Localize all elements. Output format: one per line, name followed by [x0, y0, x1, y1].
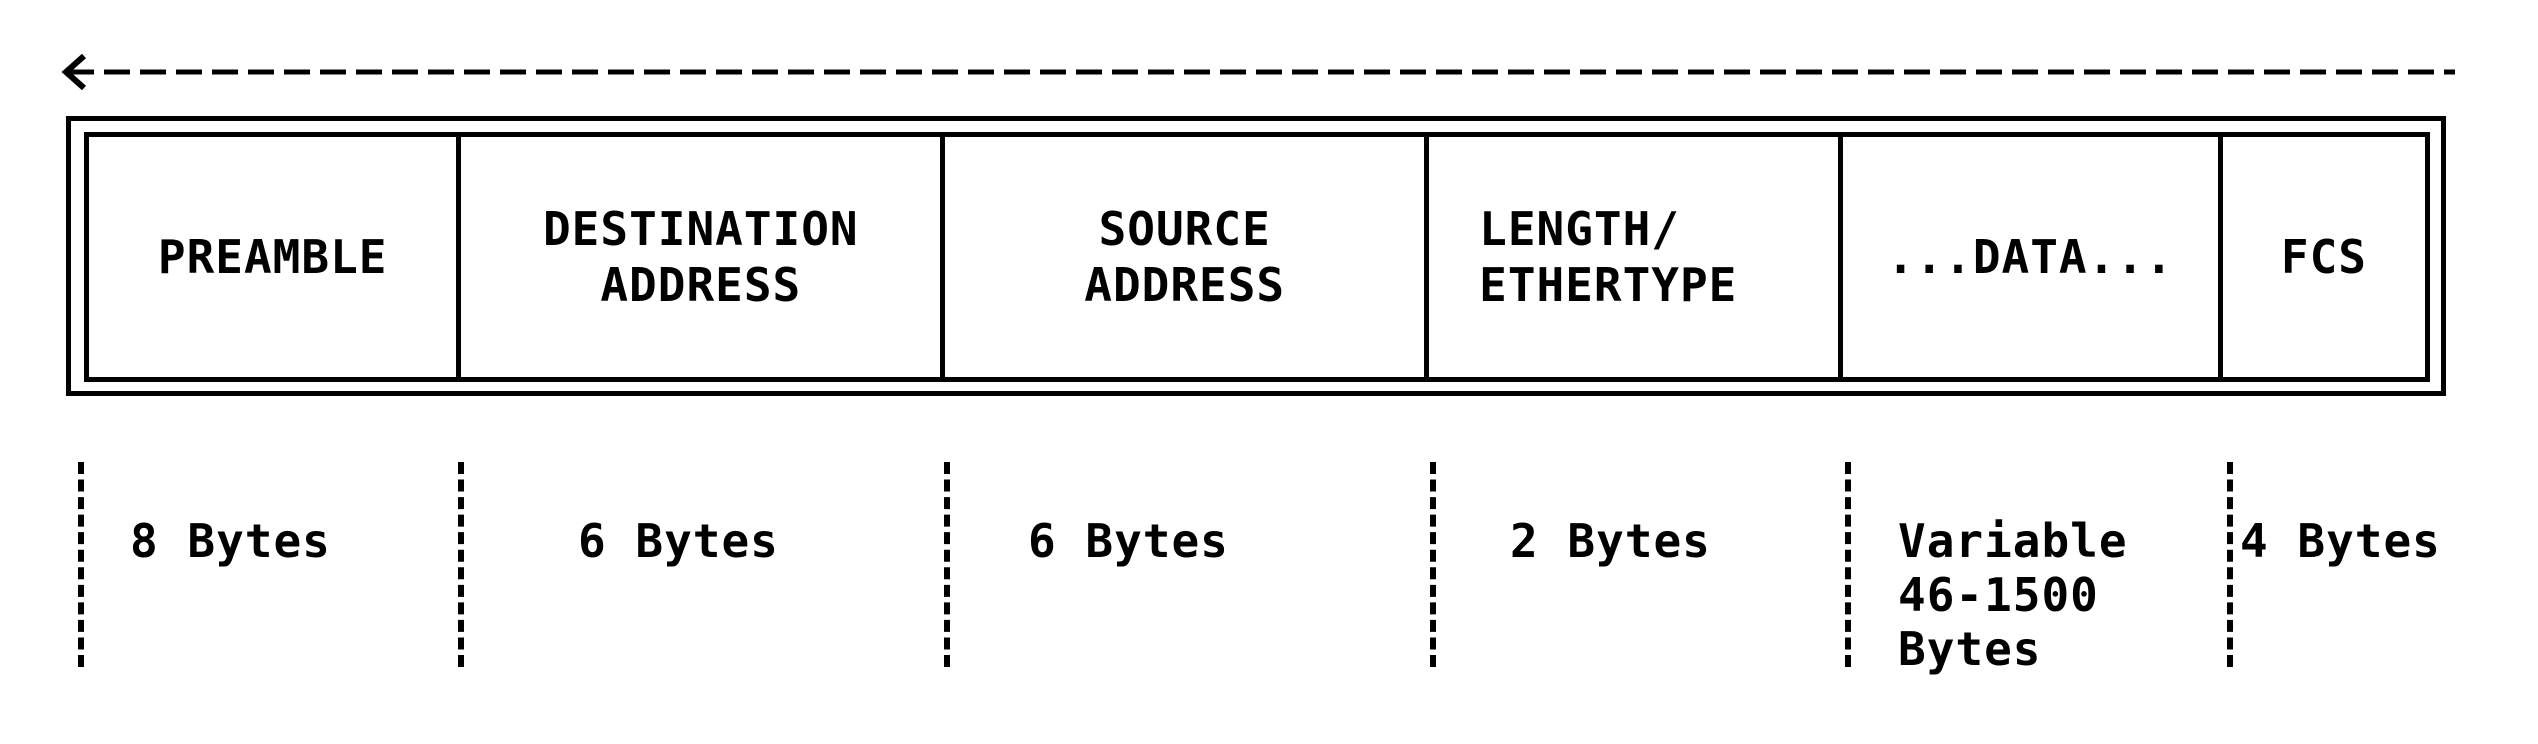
size-destination-address: 6 Bytes	[578, 514, 779, 568]
size-divider	[1430, 462, 1436, 667]
size-divider	[2227, 462, 2233, 667]
size-data: Variable 46-1500 Bytes	[1898, 514, 2128, 676]
field-preamble: PREAMBLE	[89, 137, 462, 377]
field-length-ethertype: LENGTH/ ETHERTYPE	[1429, 137, 1843, 377]
size-fcs: 4 Bytes	[2240, 514, 2441, 568]
field-data: ...DATA...	[1843, 137, 2223, 377]
size-divider	[458, 462, 464, 667]
size-length-ethertype: 2 Bytes	[1510, 514, 1711, 568]
field-source-address: SOURCE ADDRESS	[945, 137, 1430, 377]
size-divider	[78, 462, 84, 667]
size-divider	[944, 462, 950, 667]
size-source-address: 6 Bytes	[1028, 514, 1229, 568]
field-fcs: FCS	[2280, 230, 2367, 284]
ethernet-frame: PREAMBLE DESTINATION ADDRESS SOURCE ADDR…	[84, 132, 2430, 382]
direction-arrow	[61, 53, 2455, 91]
size-divider	[1845, 462, 1851, 667]
field-sizes-row: 8 Bytes 6 Bytes 6 Bytes 2 Bytes Variable…	[60, 462, 2530, 676]
size-preamble: 8 Bytes	[130, 514, 331, 568]
field-destination-address: DESTINATION ADDRESS	[461, 137, 946, 377]
